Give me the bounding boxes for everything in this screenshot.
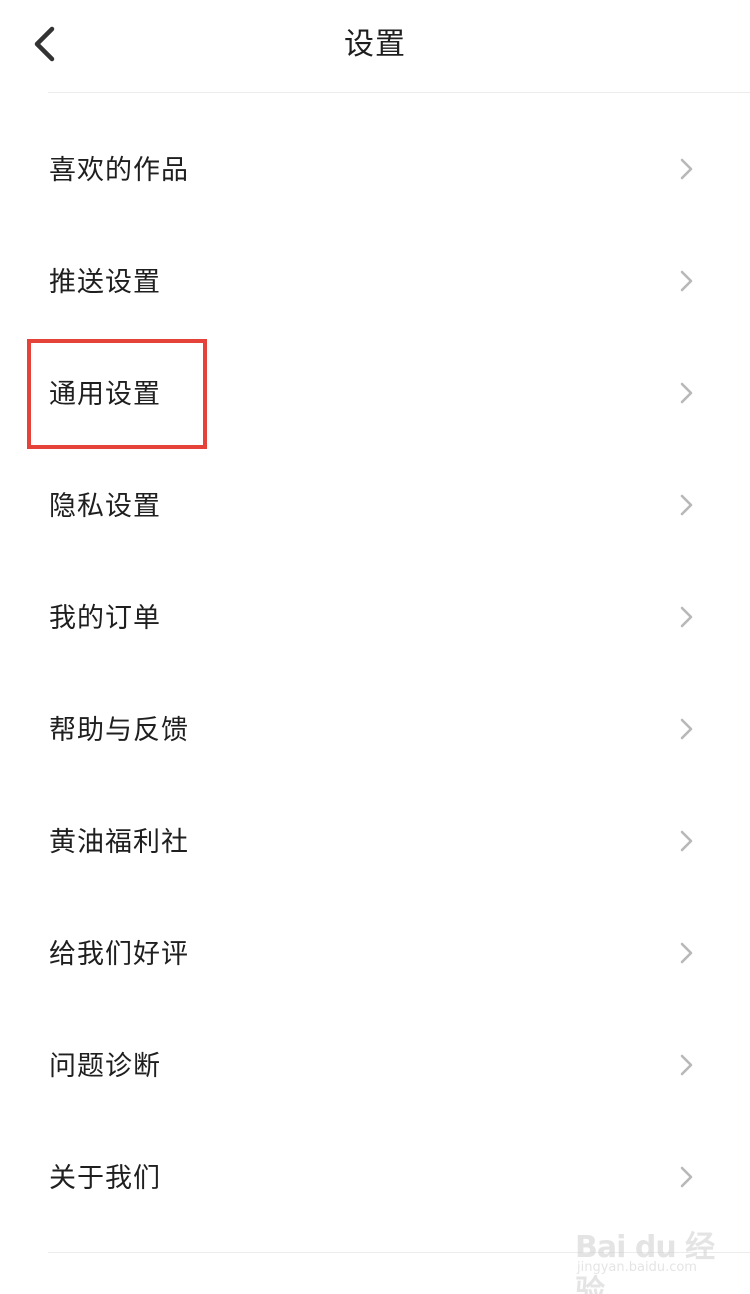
menu-item-my-orders[interactable]: 我的订单	[0, 563, 750, 675]
menu-item-label: 给我们好评	[49, 939, 189, 970]
chevron-right-icon	[680, 830, 693, 852]
menu-item-welfare-club[interactable]: 黄油福利社	[0, 787, 750, 899]
menu-item-label: 帮助与反馈	[49, 715, 189, 746]
menu-item-label: 我的订单	[49, 603, 161, 634]
menu-item-label: 通用设置	[49, 379, 161, 410]
watermark-site: jingyan.baidu.com	[577, 1260, 697, 1275]
menu-item-privacy-settings[interactable]: 隐私设置	[0, 451, 750, 563]
nav-header: 设置	[0, 0, 750, 92]
baidu-jingyan-watermark: Bai du 经验 jingyan.baidu.com	[575, 1210, 715, 1294]
chevron-right-icon	[680, 158, 693, 180]
page-title: 设置	[344, 27, 406, 62]
menu-item-help-feedback[interactable]: 帮助与反馈	[0, 675, 750, 787]
header-divider	[48, 92, 750, 93]
menu-item-label: 推送设置	[49, 267, 161, 298]
settings-screen: 设置 喜欢的作品 推送设置 通用设置 隐私设置 我的订单 帮助与反馈 黄油福利社	[0, 0, 750, 1294]
chevron-right-icon	[680, 942, 693, 964]
menu-item-general-settings[interactable]: 通用设置	[0, 339, 750, 451]
chevron-right-icon	[680, 494, 693, 516]
settings-menu-list: 喜欢的作品 推送设置 通用设置 隐私设置 我的订单 帮助与反馈 黄油福利社 给我…	[0, 115, 750, 1235]
watermark-logo: Bai du 经验	[575, 1230, 715, 1294]
menu-item-label: 关于我们	[49, 1163, 161, 1194]
chevron-right-icon	[680, 1166, 693, 1188]
menu-item-rate-us[interactable]: 给我们好评	[0, 899, 750, 1011]
chevron-right-icon	[680, 718, 693, 740]
chevron-right-icon	[680, 382, 693, 404]
menu-item-label: 隐私设置	[49, 491, 161, 522]
menu-item-diagnostics[interactable]: 问题诊断	[0, 1011, 750, 1123]
menu-item-label: 黄油福利社	[49, 827, 189, 858]
chevron-right-icon	[680, 1054, 693, 1076]
menu-item-push-settings[interactable]: 推送设置	[0, 227, 750, 339]
menu-item-liked-works[interactable]: 喜欢的作品	[0, 115, 750, 227]
menu-item-label: 喜欢的作品	[49, 155, 189, 186]
menu-item-label: 问题诊断	[49, 1051, 161, 1082]
chevron-right-icon	[680, 270, 693, 292]
chevron-right-icon	[680, 606, 693, 628]
